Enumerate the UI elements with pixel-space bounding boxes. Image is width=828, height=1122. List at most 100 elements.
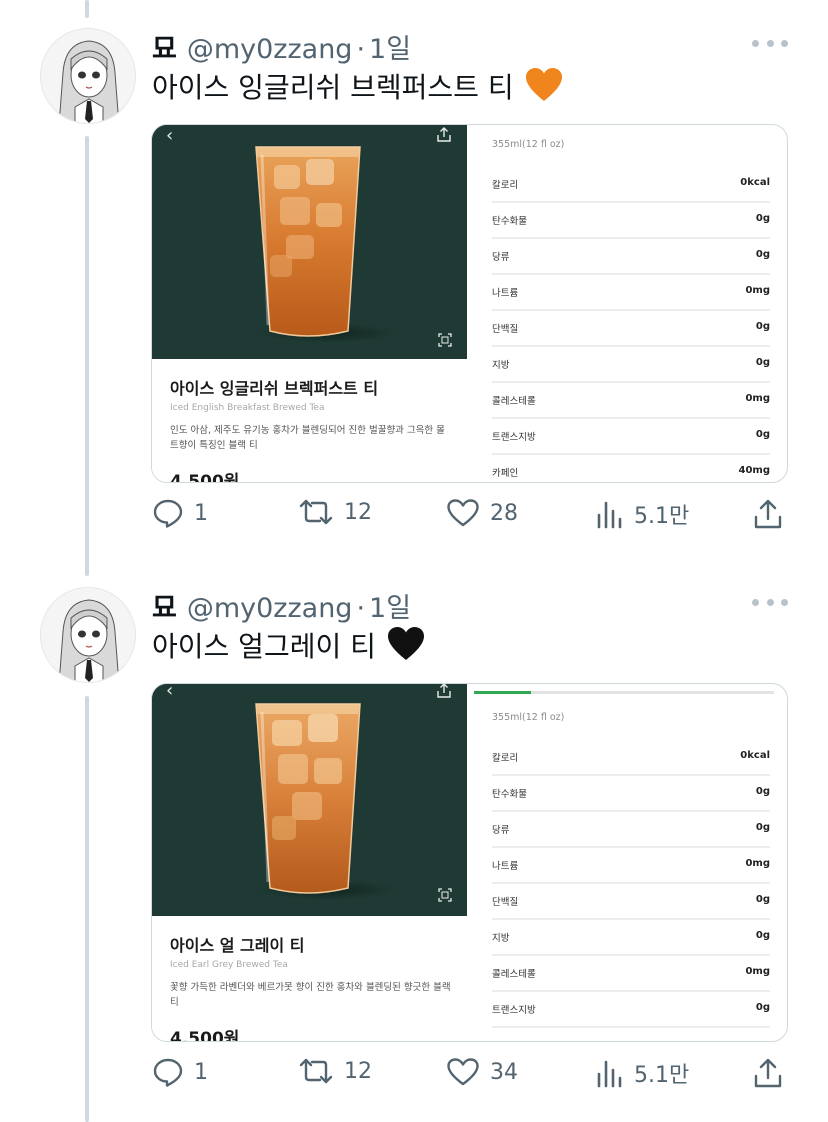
nutrition-row: 트랜스지방 0g [492, 419, 770, 455]
nutrition-row: 나트륨 0mg [492, 275, 770, 311]
nutrition-row: 카페인 40mg [492, 455, 770, 482]
share-icon[interactable] [436, 127, 452, 147]
user-handle[interactable]: @my0zzang [187, 34, 353, 65]
views-button[interactable]: 5.1만 [596, 498, 689, 530]
nutrition-row: 당류 0g [492, 812, 770, 848]
heart-icon [447, 1058, 479, 1086]
share-button[interactable] [752, 1057, 784, 1089]
nutrition-label: 탄수화물 [492, 789, 527, 800]
display-name[interactable]: 묘 [152, 586, 177, 625]
nutrition-value: 0kcal [740, 177, 770, 188]
product-price: 4,500원 [170, 472, 240, 483]
black-heart-emoji [387, 626, 425, 669]
like-button[interactable]: 28 [446, 498, 518, 528]
tweet[interactable]: 묘 @my0zzang · 1일 아이스 잉글리쉬 브렉퍼스트 티 ‹ 아이스 … [0, 0, 828, 560]
display-name[interactable]: 묘 [152, 27, 177, 66]
tweet-text: 아이스 얼그레이 티 [152, 625, 425, 669]
nutrition-value: 0g [755, 249, 770, 260]
more-options-icon[interactable] [752, 33, 788, 53]
reply-count: 1 [194, 1059, 208, 1085]
nutrition-label: 칼로리 [492, 753, 519, 764]
share-button[interactable] [752, 498, 784, 530]
timestamp[interactable]: 1일 [369, 586, 411, 625]
product-image[interactable]: ‹ [152, 125, 467, 359]
nutrition-row: 콜레스테롤 0mg [492, 383, 770, 419]
views-icon [597, 1060, 622, 1088]
nutrition-row: 칼로리 0kcal [492, 740, 770, 776]
nutrition-value: 0g [755, 321, 770, 332]
product-english-name: Iced Earl Grey Brewed Tea [170, 960, 288, 970]
media-card[interactable]: ‹ 아이스 얼 그레이 티 Iced Earl Grey Brewed Tea … [151, 683, 788, 1042]
nutrition-label: 콜레스테롤 [492, 396, 536, 407]
like-button[interactable]: 34 [446, 1057, 518, 1087]
nutrition-row: 탄수화물 0g [492, 776, 770, 812]
retweet-icon [299, 499, 333, 525]
product-image[interactable]: ‹ [152, 684, 467, 916]
tweet-text: 아이스 잉글리쉬 브렉퍼스트 티 [152, 66, 563, 110]
avatar-illustration [41, 588, 135, 682]
back-icon[interactable]: ‹ [166, 684, 173, 701]
separator: · [356, 593, 366, 624]
more-options-icon[interactable] [752, 592, 788, 612]
nutrition-label: 당류 [492, 825, 510, 836]
back-icon[interactable]: ‹ [166, 125, 173, 146]
separator: · [356, 34, 366, 65]
share-icon[interactable] [436, 684, 452, 703]
orange-heart-emoji [525, 67, 563, 110]
reply-icon [153, 499, 183, 528]
nutrition-value: 0g [755, 930, 770, 941]
nutrition-value: 0mg [745, 966, 770, 977]
nutrition-label: 지방 [492, 933, 510, 944]
nutrition-label: 트랜스지방 [492, 1005, 536, 1016]
share-icon [754, 1058, 782, 1088]
nutrition-value: 0g [755, 357, 770, 368]
retweet-button[interactable]: 12 [298, 498, 372, 526]
nutrition-row: 칼로리 0kcal [492, 167, 770, 203]
reply-button[interactable]: 1 [152, 1057, 208, 1087]
product-panel: ‹ 아이스 얼 그레이 티 Iced Earl Grey Brewed Tea … [152, 684, 467, 1041]
reply-icon [153, 1058, 183, 1087]
share-icon [754, 499, 782, 529]
nutrition-label: 나트륨 [492, 288, 519, 299]
timestamp[interactable]: 1일 [369, 27, 411, 66]
zoom-icon[interactable] [438, 333, 452, 351]
tweet-text-content: 아이스 잉글리쉬 브렉퍼스트 티 [152, 71, 514, 104]
retweet-icon [299, 1058, 333, 1084]
tweet-header: 묘 @my0zzang · 1일 [152, 27, 411, 66]
iced-tea-illustration [152, 125, 467, 359]
iced-tea-illustration [152, 684, 467, 916]
nutrition-label: 지방 [492, 360, 510, 371]
nutrition-value: 0g [755, 894, 770, 905]
nutrition-value: 0g [755, 429, 770, 440]
nutrition-value: 0g [755, 1002, 770, 1013]
nutrition-panel: 355ml(12 fl oz) 칼로리 0kcal 탄수화물 0g 당류 0g … [492, 125, 772, 482]
nutrition-label: 탄수화물 [492, 216, 527, 227]
views-count: 5.1만 [634, 1063, 690, 1088]
user-handle[interactable]: @my0zzang [187, 593, 353, 624]
tweet[interactable]: 묘 @my0zzang · 1일 아이스 얼그레이 티 ‹ 아이스 얼 그레이 … [0, 560, 828, 1122]
nutrition-row: 탄수화물 0g [492, 203, 770, 239]
media-card[interactable]: ‹ 아이스 잉글리쉬 브렉퍼스트 티 Iced English Breakfas… [151, 124, 788, 483]
tweet-actions: 1 12 28 5.1만 [0, 498, 828, 538]
nutrition-label: 트랜스지방 [492, 432, 536, 443]
product-price: 4,500원 [170, 1029, 240, 1042]
nutrition-row: 콜레스테롤 0mg [492, 956, 770, 992]
nutrition-label: 당류 [492, 252, 510, 263]
retweet-count: 12 [344, 499, 372, 525]
nutrition-label: 단백질 [492, 897, 519, 908]
retweet-button[interactable]: 12 [298, 1057, 372, 1085]
views-button[interactable]: 5.1만 [596, 1057, 689, 1089]
reply-button[interactable]: 1 [152, 498, 208, 528]
nutrition-value: 0mg [745, 285, 770, 296]
nutrition-label: 카페인 [492, 468, 519, 479]
avatar[interactable] [40, 587, 136, 683]
zoom-icon[interactable] [438, 888, 452, 906]
nutrition-row: 나트륨 0mg [492, 848, 770, 884]
product-description: 꽃향 가득한 라벤더와 베르가못 향이 진한 홍차와 블렌딩된 향긋한 블랙 티 [170, 982, 451, 1008]
nutrition-value: 0mg [745, 393, 770, 404]
avatar[interactable] [40, 28, 136, 124]
serving-size: 355ml(12 fl oz) [492, 139, 565, 150]
nutrition-row: 당류 0g [492, 239, 770, 275]
product-english-name: Iced English Breakfast Brewed Tea [170, 403, 325, 413]
tweet-header: 묘 @my0zzang · 1일 [152, 586, 411, 625]
